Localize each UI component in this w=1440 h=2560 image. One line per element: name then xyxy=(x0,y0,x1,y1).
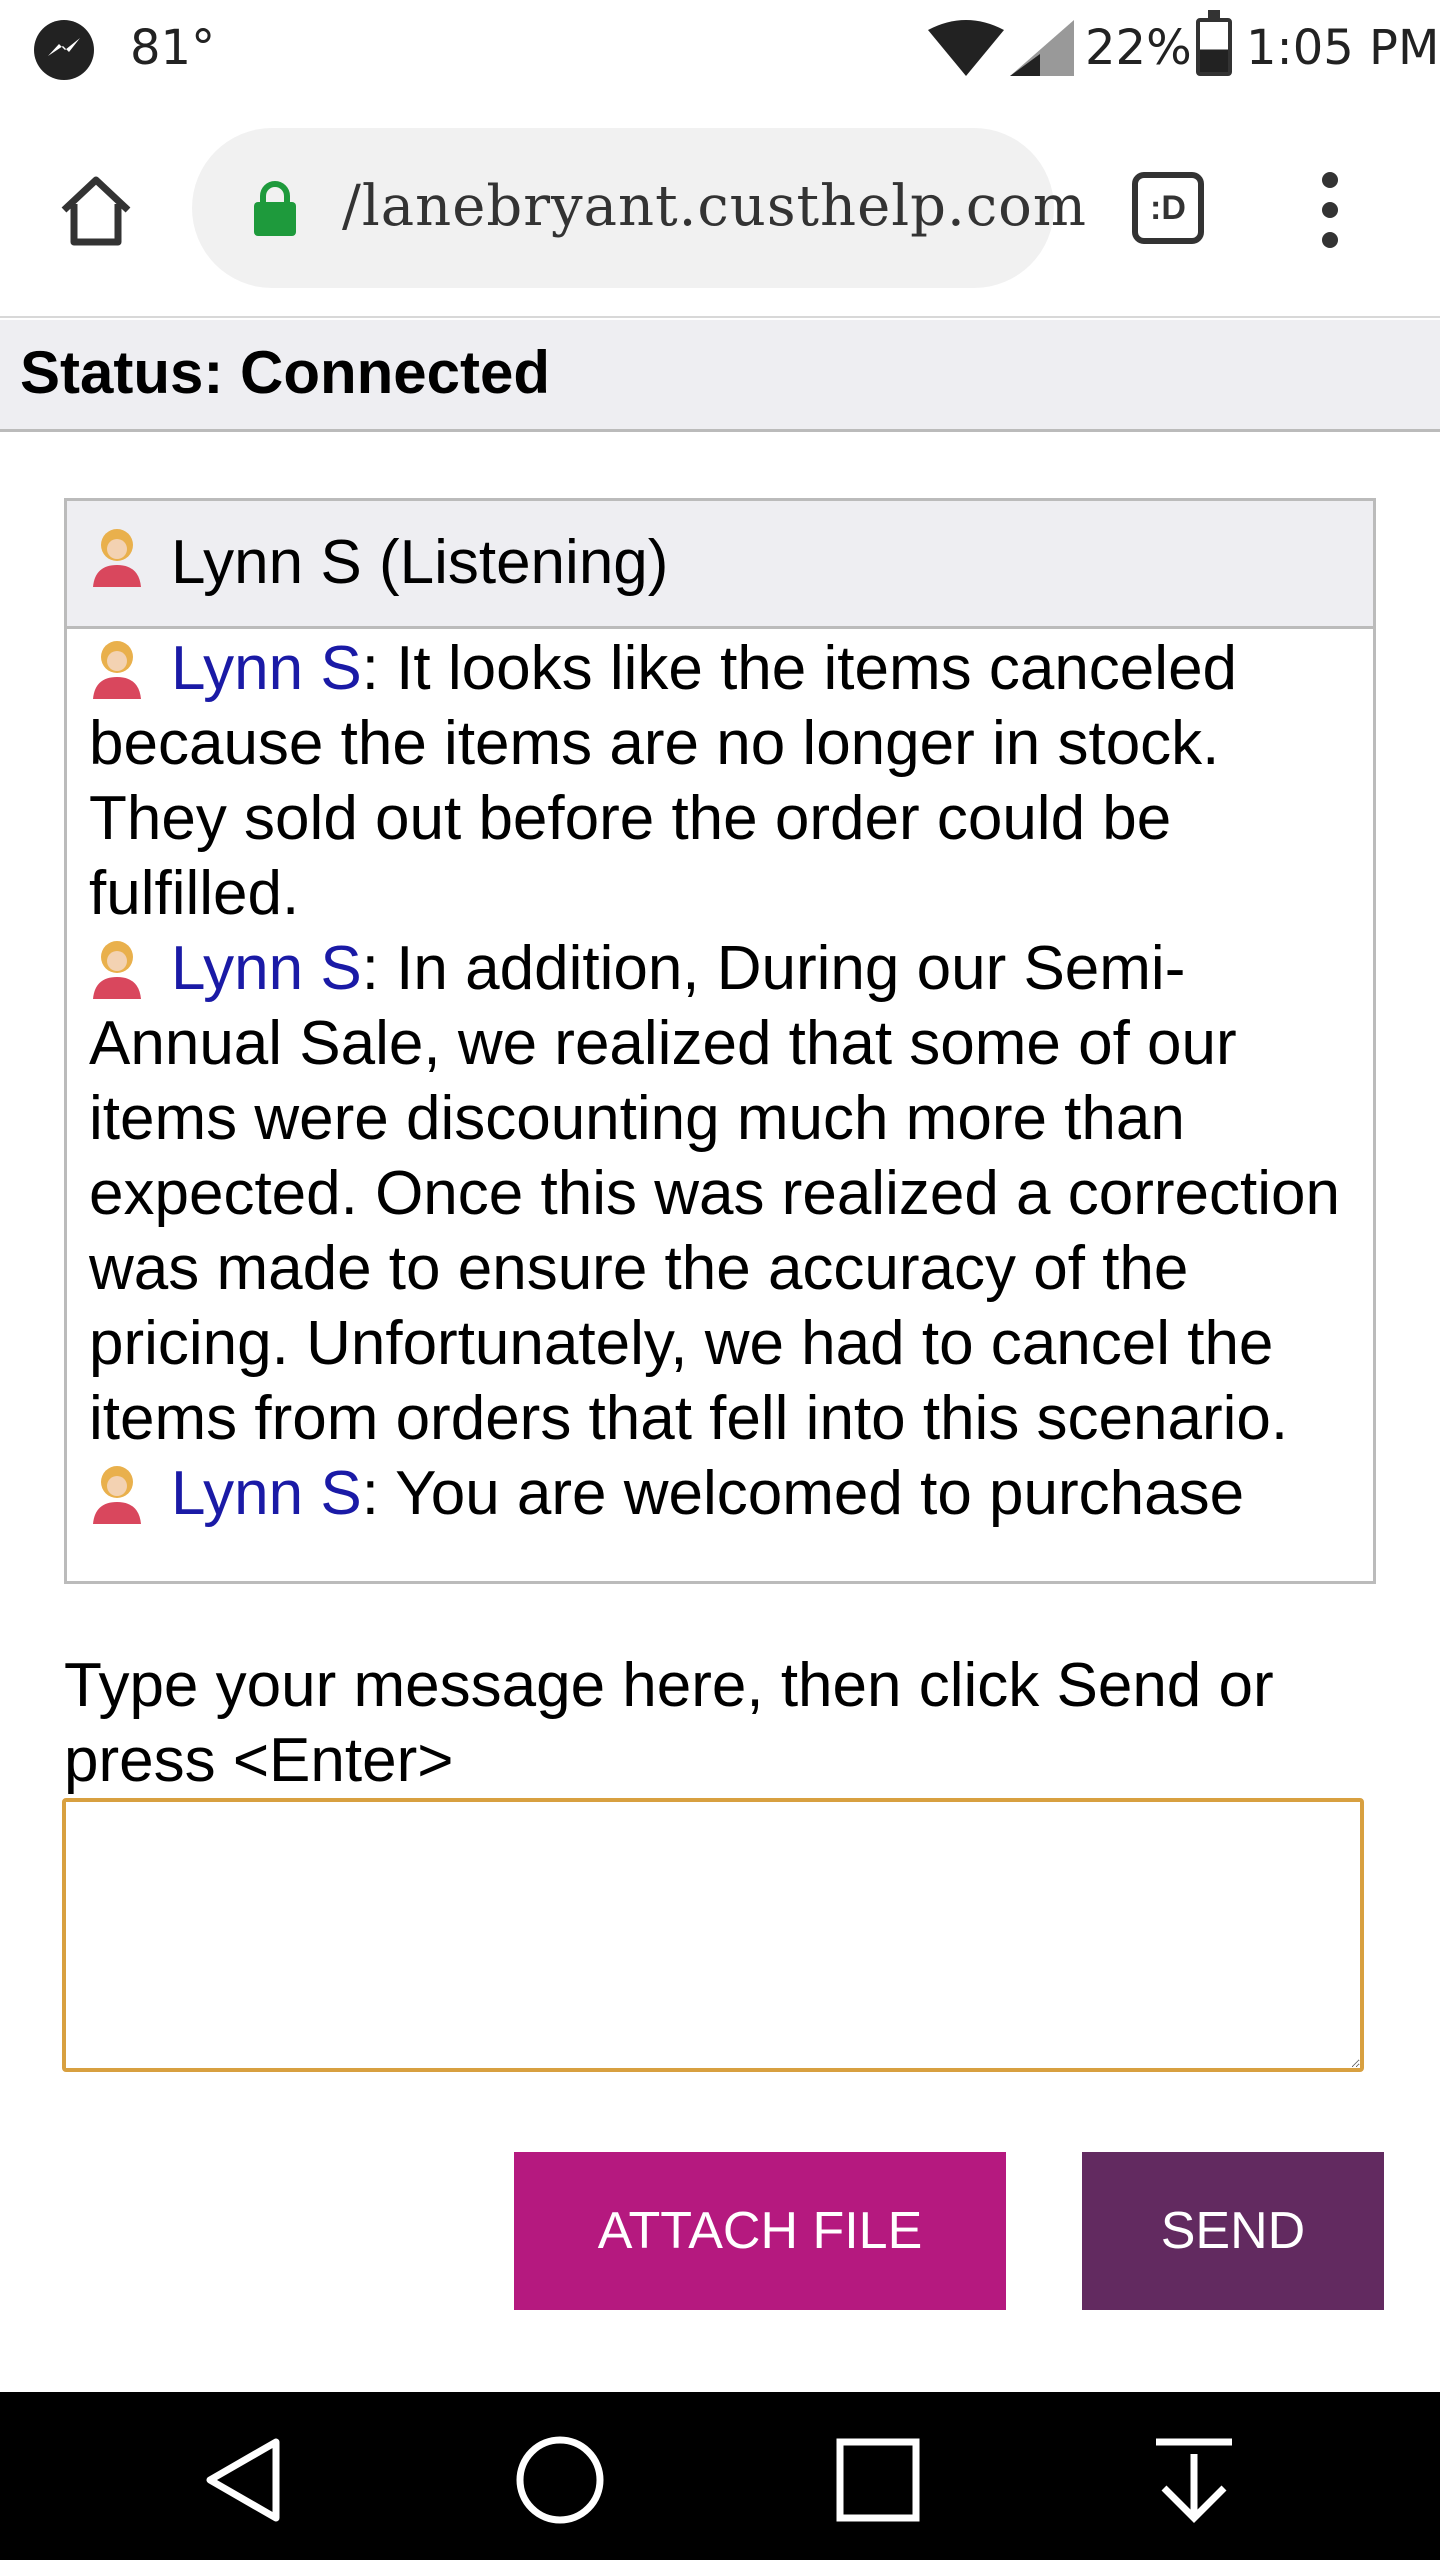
agent-avatar-icon xyxy=(89,635,145,699)
browser-toolbar: /lanebryant.custhelp.com :D xyxy=(0,100,1440,318)
message-list: Lynn S: It looks like the items canceled… xyxy=(67,631,1373,1531)
chat-transcript[interactable]: Lynn S (Listening) Lynn S: It looks like… xyxy=(64,498,1376,1584)
attach-file-button[interactable]: ATTACH FILE xyxy=(514,2152,1006,2310)
message-text: : You are welcomed to purchase xyxy=(361,1459,1245,1528)
message-input[interactable] xyxy=(62,1798,1364,2072)
chat-status-bar: Status: Connected xyxy=(0,320,1440,432)
home-circle-icon[interactable] xyxy=(512,2432,608,2528)
signal-icon xyxy=(1010,20,1074,76)
chat-message: Lynn S: It looks like the items canceled… xyxy=(89,631,1353,931)
home-icon[interactable] xyxy=(56,170,136,250)
back-icon[interactable] xyxy=(196,2432,292,2528)
download-arrow-icon[interactable] xyxy=(1146,2432,1242,2528)
send-button[interactable]: SEND xyxy=(1082,2152,1384,2310)
message-author[interactable]: Lynn S xyxy=(171,634,362,703)
agent-roster: Lynn S (Listening) xyxy=(67,501,1373,629)
message-author[interactable]: Lynn S xyxy=(171,934,362,1003)
url-bar[interactable]: /lanebryant.custhelp.com xyxy=(192,128,1086,288)
clock-time: 1:05 PM xyxy=(1246,20,1440,76)
wifi-icon xyxy=(928,20,1004,76)
compose-label: Type your message here, then click Send … xyxy=(64,1651,1274,1795)
status-bar: 81° 22% 1:05 PM xyxy=(0,0,1440,100)
battery-icon xyxy=(1196,10,1232,76)
lock-icon xyxy=(254,181,296,236)
agent-avatar-icon xyxy=(89,1460,145,1524)
battery-percent: 22% xyxy=(1085,20,1192,76)
chat-message: Lynn S: In addition, During our Semi-Ann… xyxy=(89,931,1353,1456)
recents-icon[interactable] xyxy=(830,2432,926,2528)
connection-status: Status: Connected xyxy=(20,339,551,406)
system-nav-bar xyxy=(0,2392,1440,2560)
chat-message: Lynn S: You are welcomed to purchase xyxy=(89,1456,1353,1531)
agent-avatar-icon xyxy=(89,523,145,587)
message-author[interactable]: Lynn S xyxy=(171,1459,362,1528)
overflow-menu-icon[interactable] xyxy=(1310,172,1350,248)
tab-switcher-button[interactable]: :D xyxy=(1132,172,1204,244)
message-text: : In addition, During our Semi-Annual Sa… xyxy=(89,934,1340,1453)
roster-agent-name: Lynn S (Listening) xyxy=(171,528,669,597)
messenger-icon xyxy=(34,20,94,80)
url-text: /lanebryant.custhelp.com xyxy=(342,174,1087,239)
temperature-text: 81° xyxy=(130,20,216,76)
agent-avatar-icon xyxy=(89,935,145,999)
